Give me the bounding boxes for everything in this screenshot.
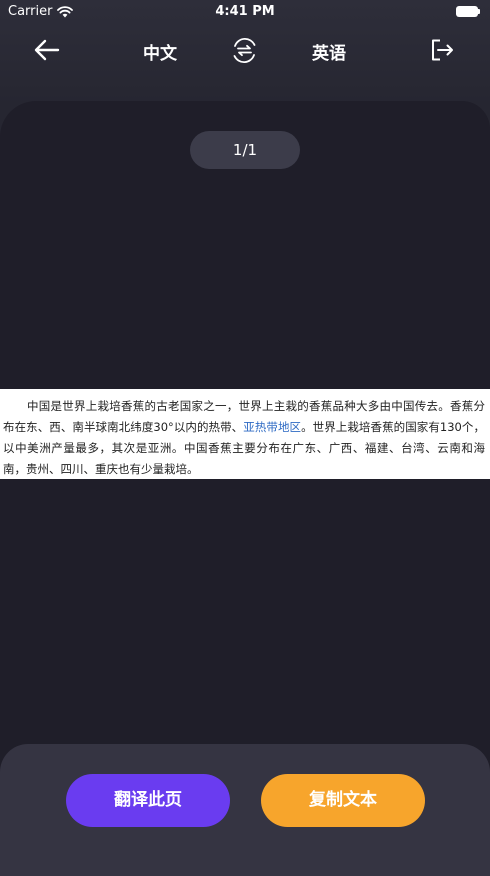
page-indicator: 1/1 [190, 131, 300, 169]
source-language-button[interactable]: 中文 [143, 39, 177, 64]
back-button[interactable] [33, 37, 61, 63]
arrow-left-icon [34, 39, 60, 61]
status-bar: Carrier 4:41 PM [0, 0, 490, 24]
copy-text-button[interactable]: 复制文本 [261, 774, 425, 827]
exit-button[interactable] [430, 38, 454, 62]
translate-page-button[interactable]: 翻译此页 [66, 774, 230, 827]
target-language-button[interactable]: 英语 [312, 39, 346, 64]
document-link: 亚热带地区 [243, 420, 302, 434]
battery-icon [456, 6, 480, 17]
status-time: 4:41 PM [215, 4, 275, 19]
document-image: 中国是世界上栽培香蕉的古老国家之一，世界上主栽的香蕉品种大多由中国传去。香蕉分布… [0, 389, 490, 479]
swap-languages-button[interactable] [230, 36, 259, 65]
swap-languages-icon [233, 37, 256, 64]
nav-header: 中文 英语 [0, 24, 490, 76]
bottom-action-sheet: 翻译此页 复制文本 [0, 744, 490, 876]
logout-icon [432, 39, 453, 61]
